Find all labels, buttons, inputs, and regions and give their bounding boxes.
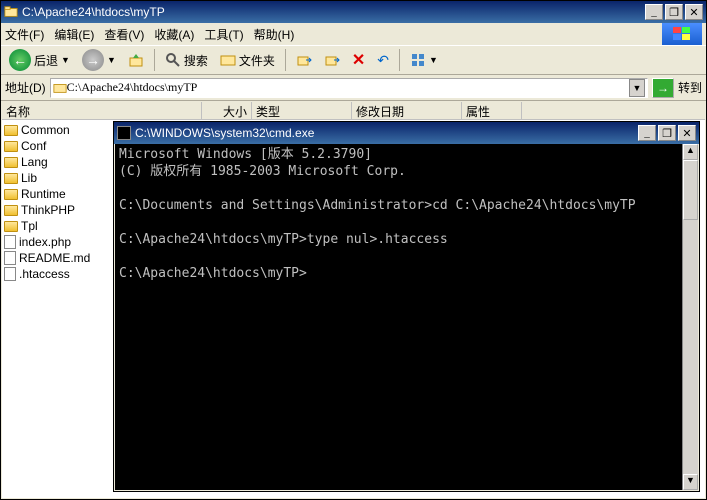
file-icon	[4, 267, 16, 281]
folder-icon	[4, 141, 18, 152]
back-label: 后退	[34, 52, 58, 69]
item-label: ThinkPHP	[21, 203, 75, 217]
folder-icon	[4, 173, 18, 184]
col-name[interactable]: 名称	[2, 102, 202, 119]
maximize-button[interactable]: ❐	[658, 125, 676, 141]
folder-icon	[4, 221, 18, 232]
address-input[interactable]	[67, 80, 629, 95]
menu-favorites[interactable]: 收藏(A)	[154, 26, 194, 43]
delete-button[interactable]: ✕	[348, 48, 369, 72]
search-button[interactable]: 搜索	[161, 50, 212, 71]
scroll-thumb[interactable]	[683, 160, 698, 220]
cmd-scrollbar[interactable]: ▲ ▼	[682, 144, 698, 490]
copy-to-button[interactable]	[320, 50, 344, 70]
folders-button[interactable]: 文件夹	[216, 50, 279, 71]
explorer-title: C:\Apache24\htdocs\myTP	[22, 5, 643, 19]
scroll-down-icon[interactable]: ▼	[683, 474, 698, 490]
close-button[interactable]: ✕	[678, 125, 696, 141]
forward-button[interactable]: →▼	[78, 47, 120, 73]
item-label: Common	[21, 123, 70, 137]
menu-help[interactable]: 帮助(H)	[254, 26, 295, 43]
undo-button[interactable]: ↶	[373, 50, 393, 71]
explorer-menubar: 文件(F) 编辑(E) 查看(V) 收藏(A) 工具(T) 帮助(H)	[1, 23, 706, 45]
minimize-button[interactable]: _	[645, 4, 663, 20]
col-date[interactable]: 修改日期	[352, 102, 462, 119]
folder-icon	[4, 205, 18, 216]
folder-icon	[4, 157, 18, 168]
back-button[interactable]: ←后退▼	[5, 47, 74, 73]
folder-icon	[4, 125, 18, 136]
cmd-titlebar[interactable]: C:\WINDOWS\system32\cmd.exe _ ❐ ✕	[114, 122, 699, 144]
address-input-wrap: ▼	[50, 78, 648, 98]
item-label: Conf	[21, 139, 46, 153]
address-dropdown[interactable]: ▼	[629, 79, 645, 97]
file-icon	[4, 235, 16, 249]
menu-tools[interactable]: 工具(T)	[204, 26, 243, 43]
col-type[interactable]: 类型	[252, 102, 352, 119]
folder-icon	[53, 81, 67, 95]
cmd-icon	[117, 126, 131, 140]
move-to-button[interactable]	[292, 50, 316, 70]
item-label: README.md	[19, 251, 90, 265]
folder-icon	[4, 189, 18, 200]
go-label: 转到	[678, 79, 702, 96]
item-label: Lib	[21, 171, 37, 185]
cmd-terminal[interactable]: Microsoft Windows [版本 5.2.3790] (C) 版权所有…	[115, 144, 698, 490]
maximize-button[interactable]: ❐	[665, 4, 683, 20]
col-attr[interactable]: 属性	[462, 102, 522, 119]
column-headers: 名称 大小 类型 修改日期 属性	[2, 102, 705, 120]
file-icon	[4, 251, 16, 265]
menu-view[interactable]: 查看(V)	[104, 26, 144, 43]
up-button[interactable]	[124, 50, 148, 70]
item-label: Lang	[21, 155, 48, 169]
separator	[154, 49, 155, 71]
cmd-title: C:\WINDOWS\system32\cmd.exe	[135, 126, 636, 140]
search-label: 搜索	[184, 52, 208, 69]
item-label: Runtime	[21, 187, 66, 201]
explorer-titlebar[interactable]: C:\Apache24\htdocs\myTP _ ❐ ✕	[1, 1, 706, 23]
separator	[399, 49, 400, 71]
address-bar: 地址(D) ▼ → 转到	[1, 75, 706, 101]
windows-flag-icon	[662, 23, 702, 45]
folders-label: 文件夹	[239, 52, 275, 69]
item-label: .htaccess	[19, 267, 70, 281]
go-button[interactable]: →	[652, 78, 674, 98]
views-button[interactable]: ▼	[406, 50, 442, 70]
scroll-up-icon[interactable]: ▲	[683, 144, 698, 160]
address-label: 地址(D)	[5, 79, 46, 96]
separator	[285, 49, 286, 71]
menu-edit[interactable]: 编辑(E)	[54, 26, 94, 43]
col-size[interactable]: 大小	[202, 102, 252, 119]
minimize-button[interactable]: _	[638, 125, 656, 141]
item-label: index.php	[19, 235, 71, 249]
explorer-toolbar: ←后退▼ →▼ 搜索 文件夹 ✕ ↶ ▼	[1, 45, 706, 75]
menu-file[interactable]: 文件(F)	[5, 26, 44, 43]
folder-icon	[4, 5, 18, 19]
close-button[interactable]: ✕	[685, 4, 703, 20]
cmd-window: C:\WINDOWS\system32\cmd.exe _ ❐ ✕ Micros…	[113, 121, 700, 492]
item-label: Tpl	[21, 219, 38, 233]
